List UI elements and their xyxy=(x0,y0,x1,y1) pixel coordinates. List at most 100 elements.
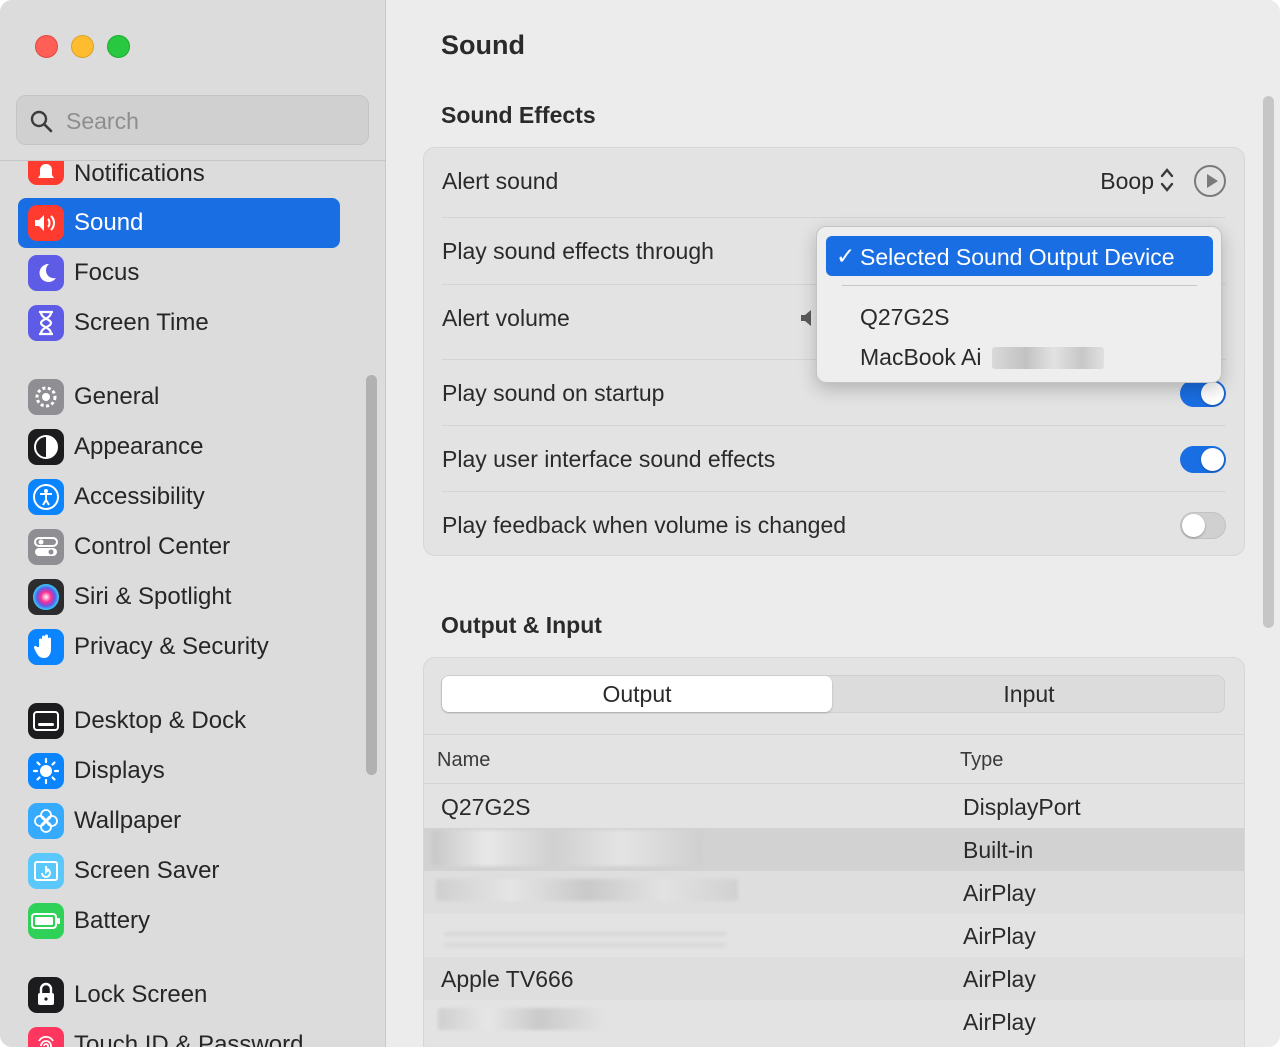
startup-sound-toggle[interactable] xyxy=(1180,380,1226,407)
screensaver-icon xyxy=(28,853,64,889)
redacted-text xyxy=(992,347,1104,369)
sidebar-item-label: General xyxy=(74,383,160,410)
play-through-label: Play sound effects through xyxy=(442,238,714,264)
output-device-menu: ✓ Selected Sound Output Device Q27G2S Ma… xyxy=(816,226,1222,383)
chevron-updown-icon[interactable] xyxy=(1158,164,1176,196)
sidebar-item-desktop-dock[interactable]: Desktop & Dock xyxy=(18,696,340,746)
table-row[interactable]: AirPlay xyxy=(424,914,1244,957)
menu-item-label: Selected Sound Output Device xyxy=(860,244,1175,270)
menu-divider xyxy=(842,285,1197,286)
alert-volume-label: Alert volume xyxy=(442,305,570,331)
speaker-low-icon xyxy=(801,310,811,326)
sidebar-scrollbar[interactable] xyxy=(366,375,377,775)
sidebar-item-label: Displays xyxy=(74,757,165,784)
ui-sounds-row: Play user interface sound effects xyxy=(442,426,1226,492)
sidebar-item-label: Screen Saver xyxy=(74,857,220,884)
alert-sound-row: Alert sound Boop xyxy=(442,148,1226,214)
menu-item-selected-device[interactable]: ✓ Selected Sound Output Device xyxy=(826,236,1213,276)
device-table-header: Name Type xyxy=(424,734,1244,784)
table-row[interactable]: AirPlay xyxy=(424,1000,1244,1043)
menu-item-macbook[interactable]: MacBook Ai xyxy=(860,344,981,371)
sidebar-item-touch-id[interactable]: Touch ID & Password xyxy=(18,1020,340,1047)
volume-feedback-toggle[interactable] xyxy=(1180,512,1226,539)
main-pane: Sound Sound Effects Alert sound Boop Pla… xyxy=(387,0,1280,1047)
sidebar-item-screen-time[interactable]: Screen Time xyxy=(18,298,340,348)
sidebar-item-displays[interactable]: Displays xyxy=(18,746,340,796)
sidebar-item-control-center[interactable]: Control Center xyxy=(18,522,340,572)
toggle-knob xyxy=(1201,382,1224,405)
sidebar-item-label: Notifications xyxy=(74,160,205,187)
sound-effects-heading: Sound Effects xyxy=(441,102,596,128)
table-row[interactable]: Apple TV666 AirPlay xyxy=(424,957,1244,1000)
sidebar-item-label: Desktop & Dock xyxy=(74,707,247,734)
sidebar-list: Notifications Sound Focus Screen Time Ge… xyxy=(0,0,386,1047)
device-name: Q27G2S xyxy=(441,794,531,820)
dock-icon xyxy=(28,703,64,739)
column-type-header[interactable]: Type xyxy=(960,749,1003,772)
alert-sound-label: Alert sound xyxy=(442,168,559,194)
output-input-group: Output Input Name Type Q27G2S DisplayPor… xyxy=(423,657,1245,1047)
sidebar-item-label: Wallpaper xyxy=(74,807,182,834)
sidebar-item-notifications[interactable]: Notifications xyxy=(18,149,340,199)
table-row[interactable]: AirPlay xyxy=(424,871,1244,914)
device-type: AirPlay xyxy=(963,966,1036,992)
sidebar: Search Notifications Sound Focus Screen … xyxy=(0,0,386,1047)
output-input-segmented: Output Input xyxy=(441,675,1225,713)
column-name-header[interactable]: Name xyxy=(437,749,490,772)
sidebar-item-label: Sound xyxy=(74,209,144,236)
sidebar-item-focus[interactable]: Focus xyxy=(18,248,340,298)
volume-feedback-label: Play feedback when volume is changed xyxy=(442,512,847,538)
redacted-text xyxy=(438,1008,606,1030)
sidebar-item-screen-saver[interactable]: Screen Saver xyxy=(18,846,340,896)
play-alert-button[interactable] xyxy=(1194,165,1226,197)
tab-output[interactable]: Output xyxy=(442,676,832,712)
redacted-text xyxy=(444,922,726,948)
sidebar-item-accessibility[interactable]: Accessibility xyxy=(18,472,340,522)
page-title: Sound xyxy=(441,30,525,60)
sidebar-item-siri-spotlight[interactable]: Siri & Spotlight xyxy=(18,572,340,622)
sidebar-item-label: Accessibility xyxy=(74,483,205,510)
table-row[interactable]: Q27G2S DisplayPort xyxy=(424,785,1244,828)
sidebar-item-label: Privacy & Security xyxy=(74,633,269,660)
redacted-text xyxy=(432,830,702,866)
sidebar-item-label: Appearance xyxy=(74,433,204,460)
sidebar-item-wallpaper[interactable]: Wallpaper xyxy=(18,796,340,846)
table-row[interactable]: Built-in xyxy=(424,828,1244,871)
checkmark-icon: ✓ xyxy=(836,243,856,269)
sidebar-item-label: Focus xyxy=(74,259,140,286)
sidebar-item-label: Screen Time xyxy=(74,309,209,336)
flower-icon xyxy=(28,803,64,839)
fingerprint-icon xyxy=(28,1027,64,1047)
ui-sounds-toggle[interactable] xyxy=(1180,446,1226,473)
toggles-icon xyxy=(28,529,64,565)
sun-icon xyxy=(28,753,64,789)
sidebar-item-general[interactable]: General xyxy=(18,372,340,422)
lock-icon xyxy=(28,977,64,1013)
gear-icon xyxy=(28,379,64,415)
sidebar-item-battery[interactable]: Battery xyxy=(18,896,340,946)
settings-window: Search Notifications Sound Focus Screen … xyxy=(0,0,1280,1047)
sidebar-item-privacy-security[interactable]: Privacy & Security xyxy=(18,622,340,672)
sidebar-item-label: Siri & Spotlight xyxy=(74,583,232,610)
main-scrollbar[interactable] xyxy=(1263,96,1274,628)
sidebar-item-lock-screen[interactable]: Lock Screen xyxy=(18,970,340,1020)
sidebar-item-label: Lock Screen xyxy=(74,981,208,1008)
moon-icon xyxy=(28,255,64,291)
menu-item-q27g2s[interactable]: Q27G2S xyxy=(860,304,950,331)
device-type: AirPlay xyxy=(963,1009,1036,1035)
hourglass-icon xyxy=(28,305,64,341)
alert-sound-popup[interactable]: Boop xyxy=(1100,168,1154,195)
redacted-text xyxy=(436,879,738,901)
bell-icon xyxy=(28,161,64,185)
tab-input[interactable]: Input xyxy=(834,676,1224,712)
sidebar-item-sound[interactable]: Sound xyxy=(18,198,340,248)
device-name: Apple TV666 xyxy=(441,966,574,992)
battery-icon xyxy=(28,903,64,939)
sidebar-item-label: Battery xyxy=(74,907,151,934)
siri-icon xyxy=(28,579,64,615)
device-type: DisplayPort xyxy=(963,794,1081,820)
sidebar-item-label: Control Center xyxy=(74,533,231,560)
toggle-knob xyxy=(1201,448,1224,471)
sidebar-item-appearance[interactable]: Appearance xyxy=(18,422,340,472)
startup-sound-label: Play sound on startup xyxy=(442,380,665,406)
